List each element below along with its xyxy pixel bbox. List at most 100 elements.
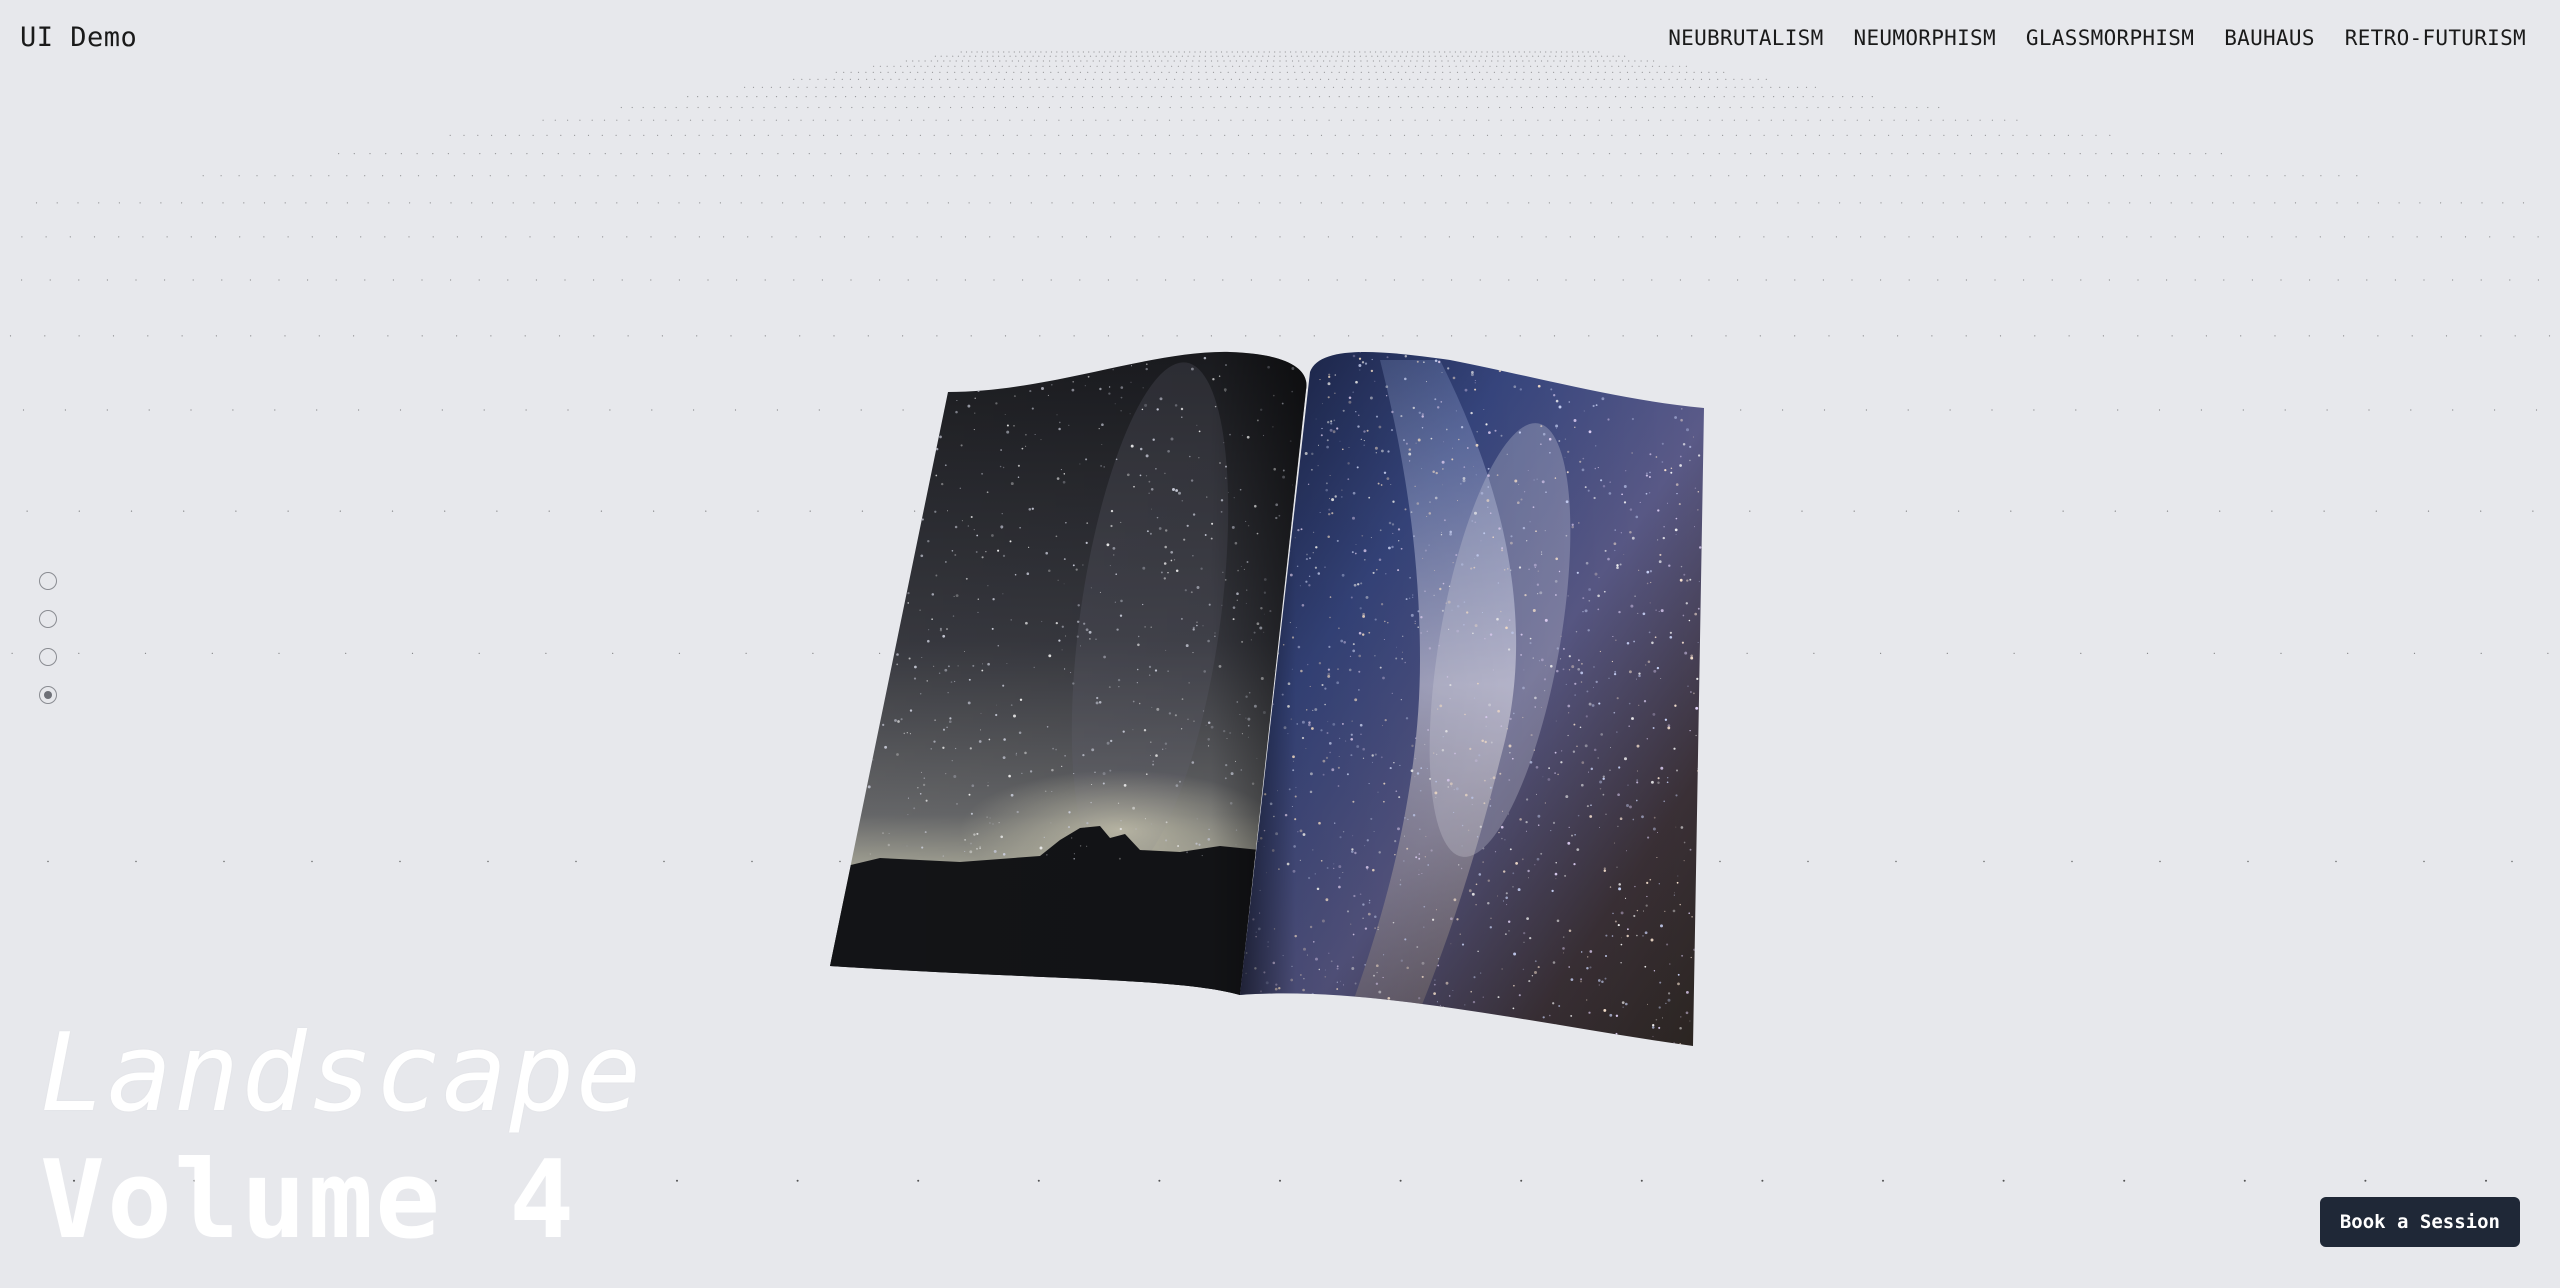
star-dot bbox=[852, 363, 856, 367]
star-dot bbox=[1412, 1003, 1414, 1006]
star-dot bbox=[888, 415, 891, 419]
star-dot bbox=[1509, 1022, 1511, 1024]
star-dot bbox=[1701, 838, 1704, 841]
star-dot bbox=[1271, 1027, 1274, 1030]
brand-logo-link[interactable]: UI Demo bbox=[20, 22, 137, 53]
star-dot bbox=[879, 504, 882, 507]
star-dot bbox=[883, 690, 886, 693]
nav-item-neubrutalism[interactable]: NEUBRUTALISM bbox=[1668, 26, 1823, 50]
star-dot bbox=[1511, 368, 1513, 371]
star-dot bbox=[1702, 525, 1704, 528]
star-dot bbox=[1493, 1042, 1496, 1045]
star-dot bbox=[912, 425, 915, 428]
nav-item-neumorphism[interactable]: NEUMORPHISM bbox=[1854, 26, 1996, 50]
star-dot bbox=[1164, 356, 1166, 358]
star-dot bbox=[887, 357, 889, 359]
star-dot bbox=[1618, 354, 1620, 357]
star-dot bbox=[856, 446, 860, 450]
star-dot bbox=[896, 441, 900, 445]
star-dot bbox=[1560, 365, 1562, 367]
star-dot bbox=[925, 476, 929, 479]
star-dot bbox=[1510, 363, 1514, 367]
star-dot bbox=[848, 856, 850, 858]
star-dot bbox=[1308, 1011, 1311, 1015]
star-dot bbox=[903, 432, 905, 434]
star-dot bbox=[1048, 351, 1051, 354]
hero-title-line2: Volume 4 bbox=[40, 1138, 577, 1264]
star-dot bbox=[1450, 351, 1453, 353]
nav-item-glassmorphism[interactable]: GLASSMORPHISM bbox=[2026, 26, 2194, 50]
star-dot bbox=[1600, 1037, 1602, 1040]
star-dot bbox=[1283, 1026, 1286, 1028]
star-dot bbox=[880, 601, 882, 604]
star-dot bbox=[854, 623, 857, 626]
star-dot bbox=[912, 416, 915, 420]
star-dot bbox=[1659, 377, 1663, 381]
star-dot bbox=[901, 571, 905, 575]
star-dot bbox=[1344, 1037, 1346, 1040]
book-right-page bbox=[1240, 344, 1704, 1047]
star-dot bbox=[1549, 1030, 1550, 1032]
star-dot bbox=[1375, 1005, 1378, 1008]
star-dot bbox=[860, 641, 863, 644]
star-dot bbox=[1372, 1001, 1375, 1005]
pager-dot-3[interactable] bbox=[39, 648, 57, 666]
pager-dot-2[interactable] bbox=[39, 610, 57, 628]
star-dot bbox=[877, 384, 879, 386]
book-session-button[interactable]: Book a Session bbox=[2319, 1197, 2520, 1247]
star-dot bbox=[850, 553, 853, 556]
star-dot bbox=[1489, 359, 1493, 362]
star-dot bbox=[1384, 348, 1385, 349]
star-dot bbox=[893, 572, 895, 574]
star-dot bbox=[1572, 363, 1575, 366]
star-dot bbox=[1477, 351, 1481, 354]
star-dot bbox=[1493, 344, 1496, 347]
star-dot bbox=[1635, 360, 1639, 363]
star-dot bbox=[1698, 822, 1702, 826]
star-dot bbox=[904, 472, 907, 475]
star-dot bbox=[873, 690, 877, 694]
star-dot bbox=[882, 417, 884, 419]
star-dot bbox=[865, 688, 867, 690]
star-dot bbox=[921, 446, 923, 449]
star-dot bbox=[1699, 961, 1701, 963]
nav-item-retro-futurism[interactable]: RETRO-FUTURISM bbox=[2345, 26, 2526, 50]
star-dot bbox=[970, 349, 972, 351]
nav-item-bauhaus[interactable]: BAUHAUS bbox=[2224, 26, 2315, 50]
star-dot bbox=[1556, 372, 1559, 375]
star-dot bbox=[857, 812, 861, 816]
star-dot bbox=[1308, 1007, 1311, 1010]
star-dot bbox=[915, 425, 918, 427]
star-dot bbox=[880, 583, 882, 585]
star-dot bbox=[1567, 350, 1568, 351]
star-dot bbox=[1521, 352, 1523, 354]
slide-pager bbox=[39, 572, 57, 704]
star-dot bbox=[1630, 366, 1632, 369]
star-dot bbox=[897, 421, 900, 425]
star-dot bbox=[1140, 353, 1142, 355]
star-dot bbox=[1043, 356, 1044, 358]
star-dot bbox=[1460, 1027, 1462, 1030]
star-dot bbox=[1287, 995, 1290, 998]
star-dot bbox=[1684, 393, 1687, 396]
star-dot bbox=[861, 692, 864, 695]
star-dot bbox=[1299, 1015, 1301, 1017]
star-dot bbox=[1700, 915, 1702, 917]
pager-dot-4[interactable] bbox=[39, 686, 57, 704]
star-dot bbox=[872, 645, 875, 648]
star-dot bbox=[874, 656, 878, 659]
star-dot bbox=[845, 415, 848, 418]
star-dot bbox=[862, 648, 866, 652]
hero-title: Landscape Volume 4 bbox=[40, 1010, 643, 1265]
pager-dot-1[interactable] bbox=[39, 572, 57, 590]
star-dot bbox=[852, 487, 855, 490]
star-dot bbox=[1453, 1029, 1457, 1032]
star-dot bbox=[918, 422, 921, 425]
star-dot bbox=[983, 378, 987, 381]
star-dot bbox=[1614, 375, 1617, 378]
star-dot bbox=[1336, 1004, 1338, 1006]
star-dot bbox=[1675, 382, 1678, 385]
star-dot bbox=[855, 366, 859, 370]
star-dot bbox=[1298, 356, 1300, 358]
star-dot bbox=[1383, 1032, 1387, 1035]
